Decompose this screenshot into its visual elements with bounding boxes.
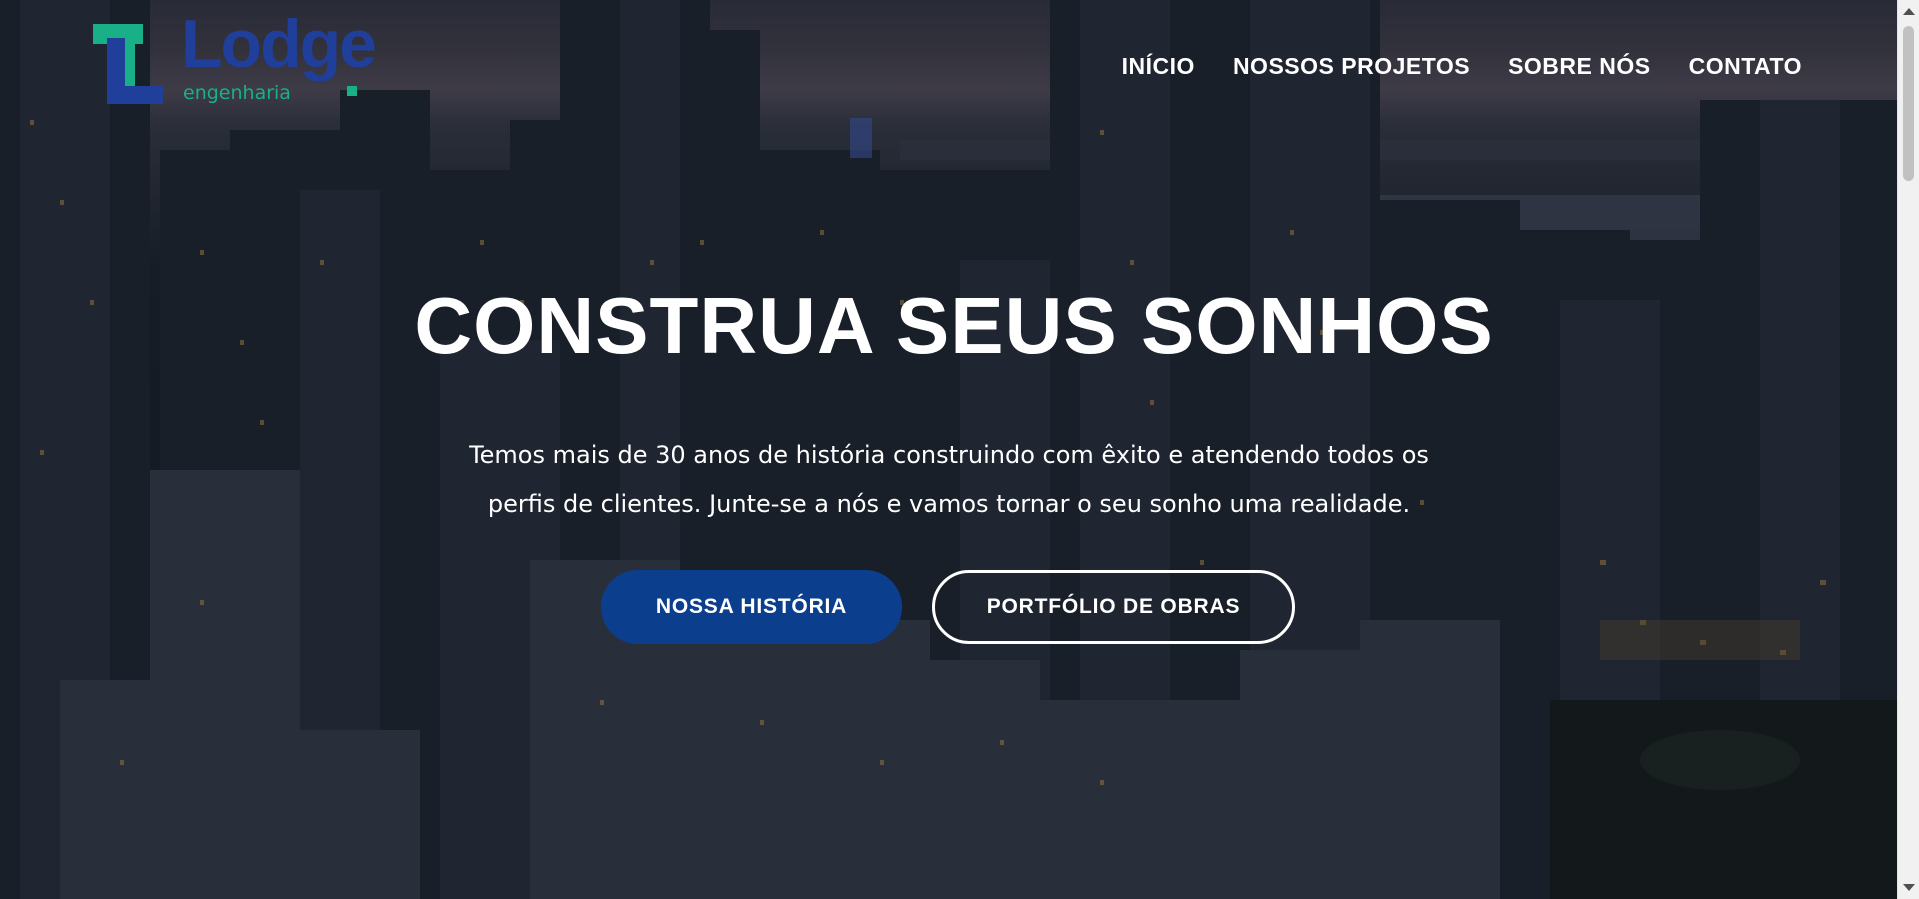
nossa-historia-button[interactable]: NOSSA HISTÓRIA bbox=[601, 570, 902, 644]
portfolio-de-obras-button[interactable]: PORTFÓLIO DE OBRAS bbox=[932, 570, 1295, 644]
scroll-down-arrow-icon[interactable] bbox=[1903, 884, 1915, 891]
scroll-thumb[interactable] bbox=[1903, 26, 1914, 181]
nav-item-sobre-nos[interactable]: SOBRE NÓS bbox=[1508, 53, 1651, 80]
nav-item-inicio[interactable]: INÍCIO bbox=[1122, 53, 1195, 80]
hero-description-line-1: Temos mais de 30 anos de história constr… bbox=[469, 441, 1429, 469]
nav-item-contato[interactable]: CONTATO bbox=[1689, 53, 1802, 80]
logo-dot-icon bbox=[347, 86, 357, 96]
nav-item-nossos-projetos[interactable]: NOSSOS PROJETOS bbox=[1233, 53, 1470, 80]
brand-logo[interactable]: Lodge engenharia bbox=[93, 10, 377, 108]
hero-description: Temos mais de 30 anos de história constr… bbox=[449, 431, 1449, 529]
page-scrollbar[interactable] bbox=[1897, 0, 1919, 899]
hero-description-line-2: perfis de clientes. Junte-se a nós e vam… bbox=[487, 490, 1411, 518]
scroll-up-arrow-icon[interactable] bbox=[1903, 8, 1915, 15]
page: Lodge engenharia INÍCIO NOSSOS PROJETOS … bbox=[0, 0, 1919, 899]
logo-wordmark: Lodge bbox=[181, 6, 377, 82]
main-nav: INÍCIO NOSSOS PROJETOS SOBRE NÓS CONTATO bbox=[1122, 53, 1802, 80]
hero-title: CONSTRUA SEUS SONHOS bbox=[414, 281, 1494, 370]
logo-tagline: engenharia bbox=[183, 82, 291, 104]
logo-mark-icon bbox=[93, 24, 163, 104]
